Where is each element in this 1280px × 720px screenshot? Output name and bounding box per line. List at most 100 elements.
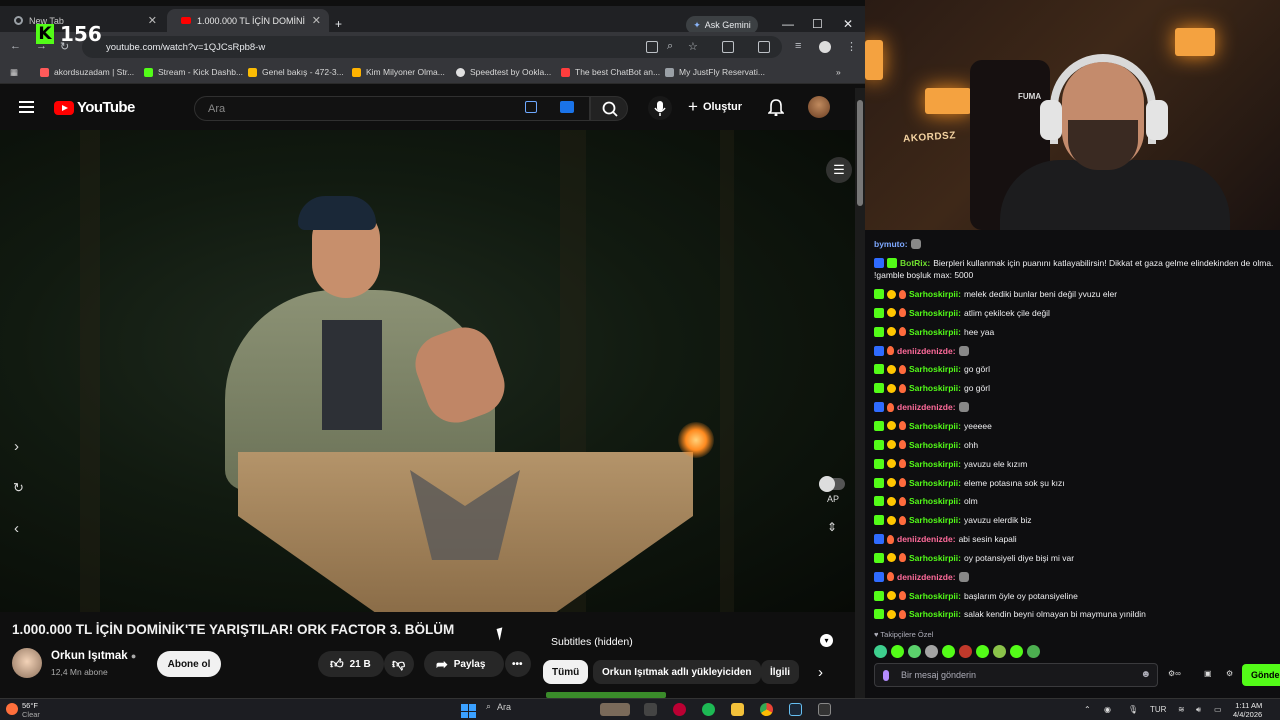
menu-dots-icon[interactable]: ⋮ (846, 40, 857, 53)
bookmark-item[interactable]: Stream - Kick Dashb... (144, 67, 243, 77)
like-button[interactable]: 👍︎ 21 B (318, 651, 384, 677)
chat-username[interactable]: Sarhoskirpii: (909, 553, 961, 563)
account-avatar[interactable] (808, 96, 830, 118)
emote-icon[interactable] (908, 645, 921, 658)
chip-all[interactable]: Tümü (543, 660, 589, 684)
tray-mic-icon[interactable]: 🎙︎ (1128, 705, 1138, 714)
chat-username[interactable]: deniizdenizde: (897, 402, 956, 412)
tab-youtube[interactable]: 1.000.000 TL İÇİN DOMİNİ ✕ (167, 9, 329, 32)
bookmark-star-icon[interactable]: ☆ (688, 40, 698, 53)
share-button[interactable]: ➦ Paylaş (424, 651, 504, 677)
replay-icon[interactable]: ↻ (13, 480, 24, 496)
emote-icon[interactable] (959, 645, 972, 658)
emote-icon[interactable] (1027, 645, 1040, 658)
chat-username[interactable]: Sarhoskirpii: (909, 459, 961, 469)
chat-username[interactable]: deniizdenizde: (897, 534, 956, 544)
gear-icon[interactable]: ⚙ (1226, 669, 1233, 678)
video-menu-icon[interactable]: ☰ (826, 157, 852, 183)
voice-search-button[interactable] (648, 96, 672, 120)
zoom-icon[interactable]: ⌕ (667, 40, 673, 53)
chat-username[interactable]: Sarhoskirpii: (909, 327, 961, 337)
subscribe-button[interactable]: Abone ol (157, 651, 221, 677)
weather-icon[interactable] (6, 703, 18, 715)
chat-username[interactable]: deniizdenizde: (897, 346, 956, 356)
close-tab-icon[interactable]: ✕ (148, 14, 157, 27)
create-button[interactable]: + Oluştur (688, 97, 742, 117)
more-bookmarks-icon[interactable]: » (836, 67, 841, 77)
chat-username[interactable]: Sarhoskirpii: (909, 383, 961, 393)
bookmark-item[interactable]: Genel bakış - 472-3... (248, 67, 344, 77)
chat-username[interactable]: deniizdenizde: (897, 572, 956, 582)
close-tab-icon[interactable]: ✕ (312, 14, 321, 27)
chat-username[interactable]: Sarhoskirpii: (909, 478, 961, 488)
emote-icon[interactable] (976, 645, 989, 658)
chat-username[interactable]: bymuto: (874, 239, 908, 249)
chips-next-icon[interactable]: › (818, 664, 823, 681)
steam-icon[interactable] (789, 703, 802, 716)
bookmark-item[interactable]: My JustFly Reservati... (665, 67, 765, 77)
install-icon[interactable] (646, 41, 658, 53)
chat-popout-icon[interactable]: ▣ (1204, 669, 1212, 678)
chip-related[interactable]: İlgili (761, 660, 799, 684)
back-icon[interactable]: ← (10, 40, 21, 52)
emoji-icon[interactable]: ☻ (1140, 669, 1151, 680)
close-window-icon[interactable]: ✕ (843, 17, 853, 31)
file-explorer-icon[interactable] (731, 703, 744, 716)
chevron-left-icon[interactable]: ‹ (14, 520, 19, 537)
app-icon[interactable] (673, 703, 686, 716)
autoplay-toggle[interactable] (819, 476, 845, 492)
weather-widget[interactable]: 56°F Clear (22, 701, 40, 719)
search-button[interactable] (590, 96, 628, 121)
battery-icon[interactable]: ▭ (1214, 705, 1222, 714)
extensions-icon[interactable] (722, 41, 734, 53)
more-actions-button[interactable]: ••• (505, 651, 531, 677)
task-view-icon[interactable] (644, 703, 657, 716)
search-input[interactable]: Ara (194, 96, 590, 121)
maximize-icon[interactable]: ☐ (812, 17, 823, 31)
chat-settings-icon[interactable]: ⚙∞ (1168, 669, 1181, 678)
emote-icon[interactable] (874, 645, 887, 658)
tray-app-icon[interactable]: ◉ (1104, 705, 1111, 714)
wifi-icon[interactable]: ≋ (1178, 705, 1185, 714)
spotify-icon[interactable] (702, 703, 715, 716)
emote-icon[interactable] (925, 645, 938, 658)
scrollbar-thumb[interactable] (857, 100, 863, 206)
url-field[interactable]: youtube.com/watch?v=1QJCsRpb8-w (82, 36, 782, 58)
chat-username[interactable]: Sarhoskirpii: (909, 308, 961, 318)
minimize-icon[interactable]: — (782, 17, 794, 31)
chat-username[interactable]: Sarhoskirpii: (909, 591, 961, 601)
bookmark-item[interactable]: akordsuzadam | Str... (40, 67, 134, 77)
windows-start-icon[interactable] (461, 704, 476, 718)
dislike-button[interactable]: 👎︎ (384, 651, 414, 677)
emote-icon[interactable] (993, 645, 1006, 658)
volume-icon[interactable]: 🔊︎ (1196, 705, 1201, 715)
subtitles-panel-header[interactable]: Subtitles (hidden) ▾ (543, 631, 839, 653)
bookmark-item[interactable]: The best ChatBot an... (561, 67, 660, 77)
channel-name[interactable]: Orkun Işıtmak ● (51, 650, 136, 662)
chat-username[interactable]: Sarhoskirpii: (909, 440, 961, 450)
search-highlight-icon[interactable] (600, 703, 630, 716)
chrome-taskbar-icon[interactable] (760, 703, 773, 716)
profile-avatar[interactable] (819, 41, 831, 53)
emote-icon[interactable] (891, 645, 904, 658)
chat-username[interactable]: Sarhoskirpii: (909, 515, 961, 525)
channel-avatar[interactable] (12, 648, 42, 678)
chat-username[interactable]: Sarhoskirpii: (909, 609, 961, 619)
emote-icon[interactable] (1010, 645, 1023, 658)
chat-username[interactable]: Sarhoskirpii: (909, 364, 961, 374)
chevron-right-icon[interactable]: › (14, 438, 19, 455)
chat-username[interactable]: BotRix: (900, 258, 930, 268)
lens-icon[interactable] (560, 101, 574, 113)
new-tab-icon[interactable]: + (335, 17, 342, 31)
chevron-down-icon[interactable]: ▾ (820, 634, 833, 647)
chat-username[interactable]: Sarhoskirpii: (909, 421, 961, 431)
chat-input[interactable]: Bir mesaj gönderin ☻ (874, 663, 1158, 687)
split-view-icon[interactable] (758, 41, 770, 53)
notifications-bell-icon[interactable] (768, 98, 784, 116)
language-indicator[interactable]: TUR (1150, 705, 1166, 714)
chat-username[interactable]: Sarhoskirpii: (909, 289, 961, 299)
tray-chevron-icon[interactable]: ⌃ (1084, 705, 1091, 714)
apps-icon[interactable]: ▦ (10, 67, 18, 78)
translate-icon[interactable] (525, 101, 537, 113)
send-button[interactable]: Gönder (1242, 664, 1280, 686)
